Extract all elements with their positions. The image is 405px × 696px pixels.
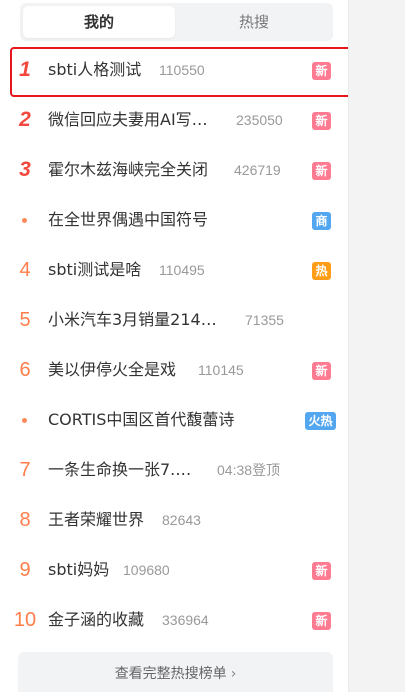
- rank-number: 7: [19, 459, 31, 481]
- topic-title: 金子涵的收藏: [48, 610, 145, 629]
- hot-badge: 热: [312, 262, 331, 280]
- topic-title: 一条生命换一张7.…: [48, 460, 192, 479]
- heat-count: 71355: [245, 312, 284, 328]
- list-item[interactable]: 6 美以伊停火全是戏 110145 新: [0, 345, 349, 395]
- topic-title: 在全世界偶遇中国符号: [48, 210, 209, 229]
- rank-number: 9: [19, 559, 31, 581]
- hot-search-panel: 我的 热搜 1 sbti人格测试 110550 新 2 微信回应夫妻用AI写… …: [0, 0, 353, 692]
- list-item[interactable]: 1 sbti人格测试 110550 新: [0, 45, 349, 95]
- rank-time: 04:38登顶: [217, 462, 281, 478]
- rank-number: 3: [19, 158, 31, 181]
- topic-title: 小米汽车3月销量214…: [48, 310, 217, 329]
- footer-label: 查看完整热搜榜单: [114, 666, 227, 682]
- list-item[interactable]: 9 sbti妈妈 109680 新: [0, 545, 349, 595]
- topic-title: 霍尔木兹海峡完全关闭: [48, 160, 209, 179]
- topic-title: 微信回应夫妻用AI写…: [48, 110, 208, 129]
- rank-number: 2: [19, 108, 31, 131]
- list-item[interactable]: 2 微信回应夫妻用AI写… 235050 新: [0, 95, 349, 145]
- topic-title: 美以伊停火全是戏: [48, 360, 177, 379]
- rank-number: 10: [13, 609, 37, 631]
- new-badge: 新: [312, 362, 331, 380]
- list-item[interactable]: 3 霍尔木兹海峡完全关闭 426719 新: [0, 145, 349, 195]
- rank-number: 5: [19, 309, 31, 331]
- new-badge: 新: [312, 62, 331, 80]
- list-item[interactable]: 5 小米汽车3月销量214… 71355: [0, 295, 349, 345]
- rank-number: 1: [19, 58, 31, 81]
- tab-hot-search[interactable]: 热搜: [178, 6, 330, 38]
- heat-count: 426719: [234, 162, 281, 178]
- heat-count: 110495: [159, 262, 205, 278]
- heat-count: 235050: [236, 112, 283, 128]
- new-badge: 新: [312, 162, 331, 180]
- list-item[interactable]: 4 sbti测试是啥 110495 热: [0, 245, 349, 295]
- rank-number: 8: [19, 509, 31, 531]
- ad-badge: 商: [312, 212, 331, 230]
- new-badge: 新: [312, 612, 331, 630]
- topic-title: sbti测试是啥: [48, 260, 142, 279]
- list-item[interactable]: 10 金子涵的收藏 336964 新: [0, 595, 349, 645]
- rank-number: 6: [19, 359, 31, 381]
- heat-count: 110145: [198, 362, 244, 378]
- list-item-promoted[interactable]: CORTIS中国区首代馥蕾诗 火热: [0, 395, 349, 445]
- heat-count: 109680: [123, 562, 170, 578]
- topic-title: sbti妈妈: [48, 560, 110, 579]
- fire-hot-badge: 火热: [305, 412, 336, 430]
- tab-mine[interactable]: 我的: [23, 6, 175, 38]
- list-item[interactable]: 7 一条生命换一张7.… 04:38登顶: [0, 445, 349, 495]
- heat-count: 336964: [162, 612, 209, 628]
- topic-title: 王者荣耀世界: [48, 510, 145, 529]
- orange-dot-icon: [10, 395, 40, 445]
- tab-bar: 我的 热搜: [20, 3, 333, 41]
- new-badge: 新: [312, 562, 331, 580]
- list-item-promoted[interactable]: 在全世界偶遇中国符号 商: [0, 195, 349, 245]
- new-badge: 新: [312, 112, 331, 130]
- view-full-hot-list-button[interactable]: 查看完整热搜榜单 ›: [18, 652, 333, 692]
- rank-number: 4: [19, 259, 31, 281]
- orange-dot-icon: [10, 195, 40, 245]
- topic-title: CORTIS中国区首代馥蕾诗: [48, 410, 235, 429]
- heat-count: 110550: [159, 62, 205, 78]
- heat-count: 82643: [162, 512, 201, 528]
- chevron-right-icon: ›: [230, 666, 237, 682]
- right-side-panel: [348, 0, 405, 692]
- list-item[interactable]: 8 王者荣耀世界 82643: [0, 495, 349, 545]
- topic-title: sbti人格测试: [48, 60, 142, 79]
